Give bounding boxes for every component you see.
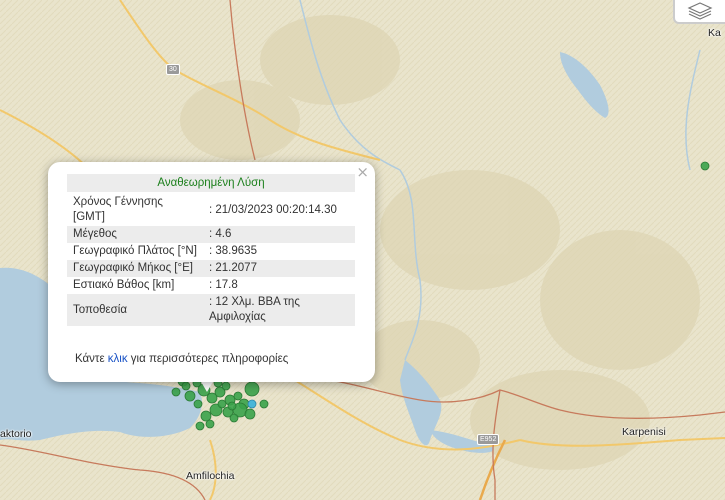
value-depth: : 17.8 [209, 279, 238, 291]
earthquake-marker[interactable] [221, 381, 231, 391]
layers-icon [687, 2, 713, 20]
row-latitude: Γεωγραφικό Πλάτος [°N] : 38.9635 [67, 243, 355, 260]
more-info-text: Κάντε κλικ για περισσότερες πληροφορίες [75, 353, 288, 365]
earthquake-marker[interactable] [244, 381, 260, 397]
label-magnitude: Μέγεθος [67, 226, 203, 243]
label-karpenisi: Karpenisi [622, 426, 666, 438]
earthquake-marker[interactable] [200, 410, 212, 422]
layers-control-button[interactable] [673, 0, 725, 24]
label-corner: Ka [708, 27, 721, 39]
label-latitude: Γεωγραφικό Πλάτος [°N] [73, 245, 197, 257]
value-origin-time: : 21/03/2023 00:20:14.30 [209, 203, 337, 216]
popup-close-button[interactable]: × [356, 164, 369, 180]
more-info-link[interactable]: κλικ [108, 353, 128, 365]
label-origin-time: Χρόνος Γέννησης [GMT] [73, 196, 163, 223]
value-magnitude: : 4.6 [203, 226, 355, 243]
label-amfilochia: Amfilochia [186, 470, 235, 482]
row-depth: Εστιακό Βάθος [km] : 17.8 [67, 277, 355, 294]
earthquake-marker[interactable] [181, 381, 191, 391]
label-depth: Εστιακό Βάθος [km] [73, 279, 175, 291]
earthquake-marker[interactable] [195, 421, 205, 431]
earthquake-marker[interactable] [244, 408, 256, 420]
earthquake-marker[interactable] [193, 399, 203, 409]
popup-title: Αναθεωρημένη Λύση [67, 174, 355, 192]
earthquake-marker[interactable] [227, 401, 237, 411]
row-location: Τοποθεσία : 12 Χλμ. ΒΒΑ της Αμφιλοχίας [67, 294, 355, 326]
label-location: Τοποθεσία [67, 294, 203, 326]
earthquake-marker[interactable] [700, 161, 710, 171]
row-longitude: Γεωγραφικό Μήκος [°E] : 21.2077 [67, 260, 355, 277]
row-magnitude: Μέγεθος : 4.6 [67, 226, 355, 243]
value-location: : 12 Χλμ. ΒΒΑ της Αμφιλοχίας [203, 294, 355, 326]
value-longitude: : 21.2077 [203, 260, 355, 277]
label-aktorio: aktorio [0, 428, 32, 440]
row-origin-time: Χρόνος Γέννησης [GMT] : 21/03/2023 00:20… [67, 194, 355, 226]
earthquake-marker[interactable] [233, 391, 243, 401]
more-info-suffix: για περισσότερες πληροφορίες [127, 353, 289, 365]
earthquake-popup: × Αναθεωρημένη Λύση Χρόνος Γέννησης [GMT… [48, 162, 375, 382]
earthquake-marker-selected[interactable] [247, 399, 257, 409]
earthquake-marker[interactable] [259, 399, 269, 409]
earthquake-marker[interactable] [217, 399, 227, 409]
road-shield-e952: E952 [477, 434, 500, 445]
earthquake-info-table: Χρόνος Γέννησης [GMT] : 21/03/2023 00:20… [67, 194, 355, 326]
earthquake-marker[interactable] [184, 390, 196, 402]
label-longitude: Γεωγραφικό Μήκος [°E] [67, 260, 203, 277]
earthquake-marker[interactable] [171, 387, 181, 397]
more-info-prefix: Κάντε [75, 353, 108, 365]
earthquake-marker[interactable] [229, 413, 239, 423]
value-latitude: : 38.9635 [209, 245, 257, 257]
road-shield-30: 30 [166, 64, 180, 75]
earthquake-marker[interactable] [205, 419, 215, 429]
